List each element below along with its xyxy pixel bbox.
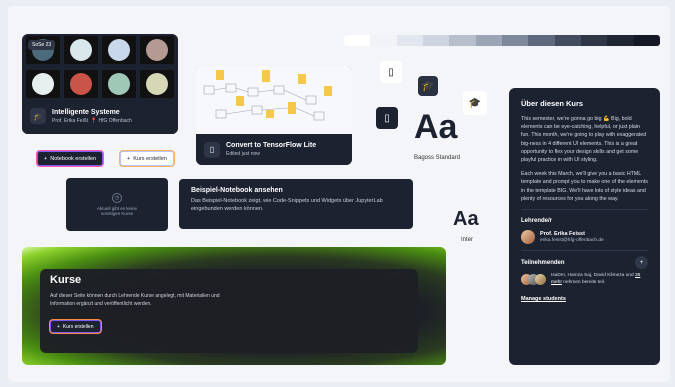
course-create-button[interactable]: + Kurs erstellen (120, 151, 174, 166)
notebook-icon: ▯ (380, 61, 402, 83)
plus-icon: + (127, 155, 131, 162)
typeface-sample-bagoss: Aa (414, 108, 458, 146)
participants-text: IsaDm, Hamza Saj, David Klimeza und 35 m… (551, 273, 648, 287)
location-pin-icon: 📍 (89, 117, 98, 124)
banner-course-create-button[interactable]: + Kurs erstellen (50, 320, 101, 333)
course-location: HfG Offenbach (98, 117, 132, 124)
avatar (521, 230, 535, 245)
notebook-edited: Edited just now (226, 151, 260, 157)
palette-swatch (501, 35, 529, 46)
example-notebook-card[interactable]: Beispiel-Notebook ansehen Das Beispiel-N… (179, 179, 413, 229)
course-image (64, 36, 98, 64)
palette-swatch (528, 35, 555, 46)
course-image-row-1 (22, 34, 178, 66)
panel-paragraph-2: Each week this March, we'll give you a b… (521, 171, 648, 202)
typeface-name-bagoss: Bagoss Standard (414, 155, 461, 161)
participants-names: IsaDm, Hamza Saj, David Klimeza und (551, 273, 635, 279)
participant-avatars (521, 274, 546, 286)
model-diagram (196, 66, 352, 134)
palette-swatch (607, 35, 634, 46)
palette-swatch (554, 35, 581, 46)
panel-paragraph-1: This semester, we're gonna go big 💪 Big,… (521, 116, 647, 164)
notebook-title: Convert to TensorFlow Lite (226, 142, 317, 149)
courses-banner-inner (40, 269, 418, 353)
empty-courses-card: ◷ Aktuell gibt es keine sonstigen Kurse (66, 178, 168, 231)
courses-title: Kurse (50, 274, 82, 286)
palette-swatch (475, 35, 502, 46)
avatar (535, 274, 546, 286)
course-meta: Prof. Erika Feißt 📍 HfG Offenbach (52, 118, 132, 124)
course-image (26, 70, 60, 98)
courses-banner: Kurse Auf dieser Seite können durch Lehr… (22, 247, 446, 365)
course-image (102, 36, 136, 64)
example-notebook-title: Beispiel-Notebook ansehen (191, 187, 283, 194)
palette-swatch (370, 35, 397, 46)
course-image (140, 70, 174, 98)
notebook-create-button[interactable]: + Notebook erstellen (37, 151, 104, 166)
course-info-panel: Über diesen Kurs This semester, we're go… (509, 88, 660, 365)
palette-swatch (422, 35, 450, 46)
clock-icon: ◷ (112, 193, 122, 203)
course-card-footer: 🎓 Intelligente Systeme Prof. Erika Feißt… (22, 98, 178, 134)
palette-swatch (449, 35, 476, 46)
notebook-card[interactable]: ▯ Convert to TensorFlow Lite Edited just… (196, 66, 352, 165)
teacher-name: Prof. Erika Feisst (540, 231, 585, 238)
notebook-create-label: Notebook erstellen (50, 155, 97, 162)
typeface-name-inter: Inter (461, 237, 474, 243)
plus-icon: + (44, 155, 48, 162)
panel-title: Über diesen Kurs (521, 99, 584, 108)
palette-swatch (344, 35, 371, 46)
courses-description: Auf dieser Seite können durch Lehrende K… (50, 293, 220, 307)
teacher-row[interactable]: Prof. Erika Feisst erika.feisst@hfg-offe… (521, 230, 648, 245)
course-image (64, 70, 98, 98)
divider (521, 250, 648, 252)
semester-badge: SoSe 23 (28, 40, 56, 50)
graduation-cap-icon: 🎓 (418, 76, 438, 96)
typeface-sample-inter: Aa (453, 208, 479, 230)
participants-suffix: nehmen bereits teil. (561, 279, 606, 285)
course-title: Intelligente Systeme (52, 108, 120, 116)
notebook-card-footer: ▯ Convert to TensorFlow Lite Edited just… (196, 134, 352, 165)
teacher-heading: Lehrende/r (521, 218, 553, 225)
palette-swatch (633, 35, 660, 46)
course-professor: Prof. Erika Feißt (52, 117, 89, 124)
notebook-icon: ▯ (204, 141, 220, 158)
empty-courses-text: Aktuell gibt es keine sonstigen Kurse (96, 206, 138, 216)
color-palette (344, 35, 660, 46)
graduation-cap-icon: 🎓 (30, 108, 46, 124)
course-card[interactable]: SoSe 23 🎓 Intelligente Systeme Prof. Eri… (22, 34, 178, 134)
add-participant-button[interactable]: + (635, 256, 648, 270)
participants-heading: Teilnehmenden (521, 259, 565, 266)
course-image (102, 70, 136, 98)
teacher-email: erika.feisst@hfg-offenbach.de (540, 238, 604, 244)
course-create-label: Kurs erstellen (133, 155, 167, 162)
divider (521, 209, 648, 211)
participants-row: IsaDm, Hamza Saj, David Klimeza und 35 m… (521, 273, 648, 287)
plus-icon: + (57, 323, 60, 330)
graduation-cap-icon: 🎓 (463, 91, 487, 115)
add-user-icon: + (639, 259, 644, 266)
palette-swatch (580, 35, 608, 46)
participants-header: Teilnehmenden + (521, 256, 648, 270)
example-notebook-body: Das Beispiel-Notebook zeigt, wie Code-Sn… (191, 198, 383, 212)
manage-students-link[interactable]: Manage students (521, 296, 566, 302)
notebook-icon: ▯ (376, 107, 398, 129)
palette-swatch (396, 35, 423, 46)
course-image (140, 36, 174, 64)
banner-course-create-label: Kurs erstellen (62, 323, 94, 330)
course-image-row-2 (22, 66, 178, 100)
